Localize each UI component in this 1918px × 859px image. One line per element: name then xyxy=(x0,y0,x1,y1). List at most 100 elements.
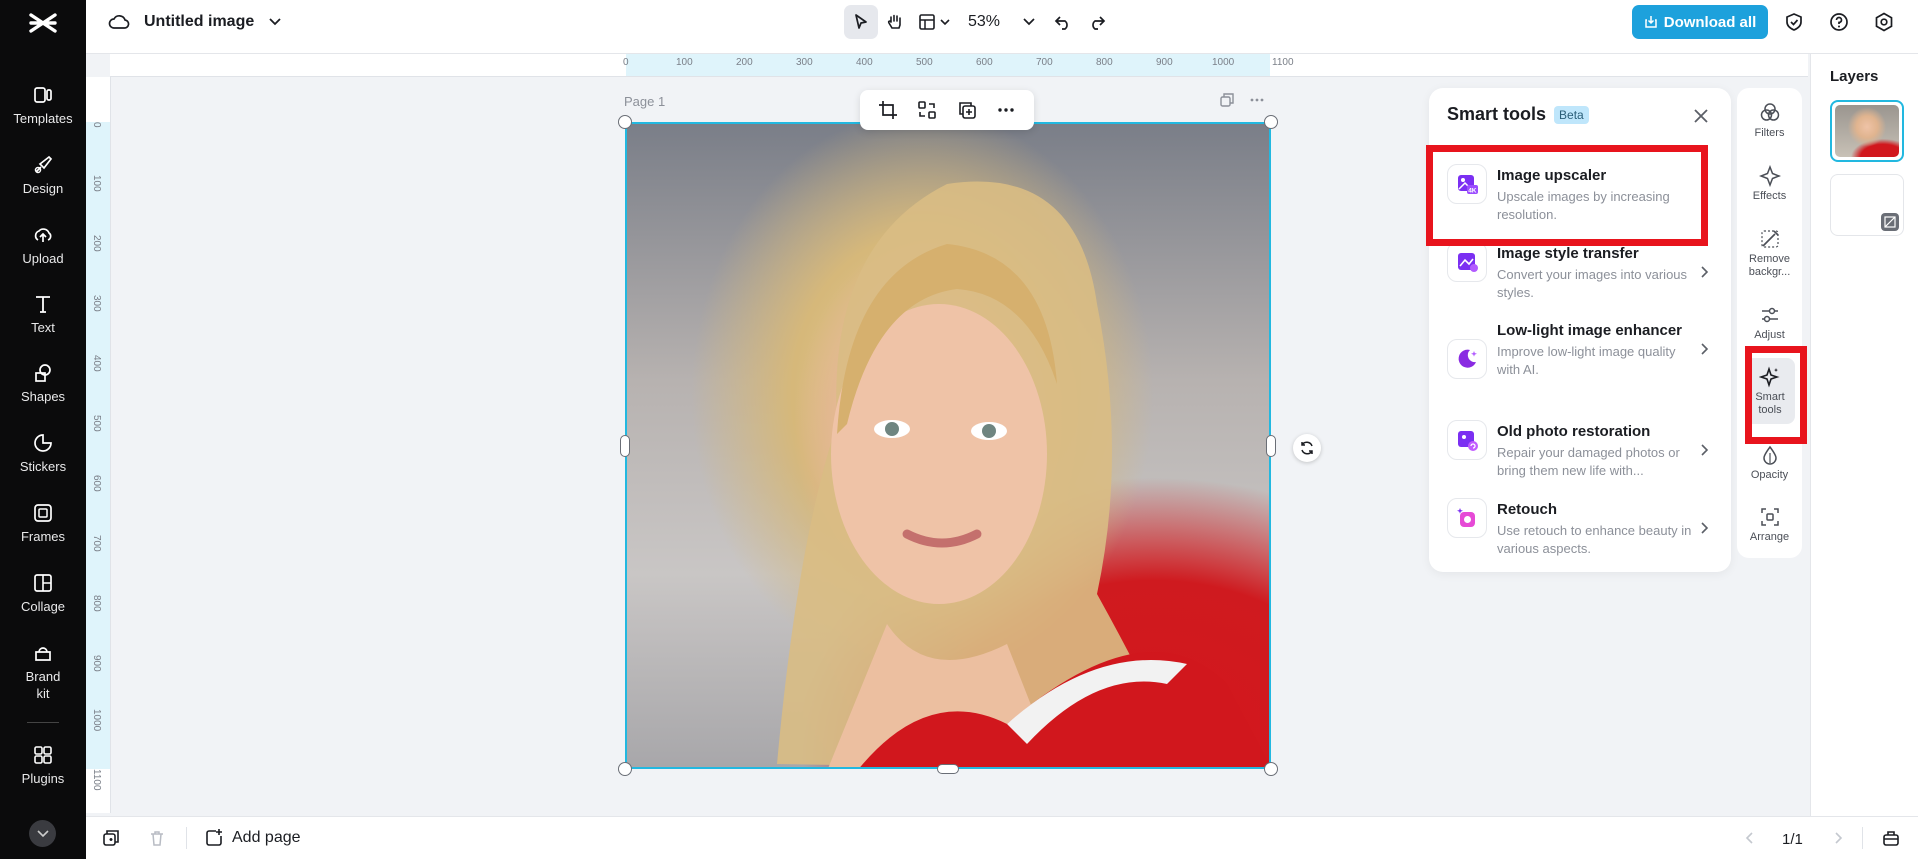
sidebar-item-shapes[interactable]: Shapes xyxy=(0,362,86,405)
photo-thumbnail xyxy=(1835,105,1899,157)
layer-thumbnail-background[interactable] xyxy=(1830,174,1904,236)
chevron-right-icon xyxy=(1701,343,1709,355)
sidebar-item-plugins[interactable]: Plugins xyxy=(0,744,86,787)
undo-button[interactable] xyxy=(1046,5,1080,39)
sidebar-item-frames[interactable]: Frames xyxy=(0,502,86,545)
retouch-icon xyxy=(1447,498,1487,538)
trash-icon[interactable] xyxy=(148,829,166,847)
hand-icon xyxy=(887,14,901,29)
sidebar-item-brand-kit[interactable]: Brand kit xyxy=(0,642,86,702)
document-title[interactable]: Untitled image xyxy=(144,13,254,31)
opacity-drop-icon xyxy=(1737,444,1802,466)
filters-icon xyxy=(1737,102,1802,124)
redo-button[interactable] xyxy=(1080,5,1114,39)
portrait-photo xyxy=(627,124,1269,767)
sidebar-item-text[interactable]: Text xyxy=(0,293,86,336)
sidebar-item-stickers[interactable]: Stickers xyxy=(0,432,86,475)
layer-thumbnail-photo[interactable] xyxy=(1830,100,1904,162)
sidebar-item-upload[interactable]: Upload xyxy=(0,224,86,267)
chevron-down-icon[interactable] xyxy=(268,17,282,27)
duplicate-icon[interactable] xyxy=(957,100,977,120)
prop-arrange[interactable]: Arrange xyxy=(1737,506,1802,544)
sidebar-item-label: Plugins xyxy=(21,771,65,786)
layout-menu-button[interactable] xyxy=(912,5,956,39)
prop-opacity[interactable]: Opacity xyxy=(1737,444,1802,482)
settings-button[interactable] xyxy=(1870,8,1898,36)
duplicate-page-icon[interactable] xyxy=(102,829,120,847)
resize-handle-bottom[interactable] xyxy=(937,764,959,774)
shield-button[interactable] xyxy=(1780,8,1808,36)
tool-name: Old photo restoration xyxy=(1497,423,1651,440)
resize-handle-bottom-right[interactable] xyxy=(1264,762,1278,776)
ruler-tick: 600 xyxy=(91,475,102,492)
more-icon[interactable] xyxy=(996,100,1016,120)
rotate-handle[interactable] xyxy=(1293,434,1321,462)
resize-handle-bottom-left[interactable] xyxy=(618,762,632,776)
sidebar-item-design[interactable]: Design xyxy=(0,154,86,197)
ruler-tick: 200 xyxy=(91,235,102,252)
sidebar-item-label: Design xyxy=(22,181,64,196)
add-page-button[interactable]: Add page xyxy=(204,828,301,848)
remove-background-icon xyxy=(1737,228,1802,250)
ruler-tick: 200 xyxy=(736,57,753,68)
top-toolbar: Untitled image 53% Download all xyxy=(86,0,1918,54)
help-button[interactable] xyxy=(1825,8,1853,36)
crop-icon[interactable] xyxy=(878,100,898,120)
add-page-label: Add page xyxy=(232,829,301,846)
prop-filters[interactable]: Filters xyxy=(1737,102,1802,140)
zoom-menu-button[interactable] xyxy=(1012,5,1046,39)
prop-effects[interactable]: Effects xyxy=(1737,164,1802,203)
sidebar-item-label: Frames xyxy=(20,529,66,544)
image-quick-toolbar xyxy=(860,90,1034,130)
sidebar-item-collage[interactable]: Collage xyxy=(0,572,86,615)
tool-retouch[interactable]: Retouch Use retouch to enhance beauty in… xyxy=(1447,498,1719,558)
resize-handle-top-left[interactable] xyxy=(618,115,632,129)
chevron-left-icon[interactable] xyxy=(1744,831,1756,845)
tool-image-style-transfer[interactable]: Image style transfer Convert your images… xyxy=(1447,242,1719,302)
page-label: Page 1 xyxy=(624,94,666,109)
left-sidebar: Templates Design Upload Text Shapes Stic… xyxy=(0,0,86,859)
ruler-tick: 600 xyxy=(976,57,993,68)
resize-handle-left[interactable] xyxy=(620,435,630,457)
ruler-tick: 400 xyxy=(856,57,873,68)
selected-image[interactable] xyxy=(625,122,1271,769)
highlight-image-upscaler xyxy=(1426,145,1708,246)
sidebar-item-templates[interactable]: Templates xyxy=(0,84,86,127)
tool-old-photo-restoration[interactable]: Old photo restoration Repair your damage… xyxy=(1447,420,1719,480)
more-icon[interactable] xyxy=(1249,92,1265,108)
arrange-icon xyxy=(1737,506,1802,528)
hand-tool-button[interactable] xyxy=(878,5,912,39)
tool-description: Use retouch to enhance beauty in various… xyxy=(1497,523,1692,556)
ruler-tick: 800 xyxy=(91,595,102,612)
ruler-tick: 300 xyxy=(796,57,813,68)
duplicate-page-icon[interactable] xyxy=(1219,92,1235,108)
replace-image-icon[interactable] xyxy=(917,100,937,120)
ruler-tick: 400 xyxy=(91,355,102,372)
prop-adjust[interactable]: Adjust xyxy=(1737,304,1802,342)
tool-low-light-enhancer[interactable]: Low-light image enhancer Improve low-lig… xyxy=(1447,319,1719,379)
resize-handle-right[interactable] xyxy=(1266,435,1276,457)
prop-label: Filters xyxy=(1754,127,1785,139)
download-all-button[interactable]: Download all xyxy=(1632,5,1768,39)
close-icon[interactable] xyxy=(1691,106,1711,126)
prop-remove-background[interactable]: Remove backgr... xyxy=(1737,228,1802,279)
select-tool-button[interactable] xyxy=(844,5,878,39)
ruler-tick: 1000 xyxy=(1212,57,1235,68)
tool-name: Low-light image enhancer xyxy=(1497,322,1683,339)
ruler-tick: 500 xyxy=(916,57,933,68)
capcut-logo-icon[interactable] xyxy=(26,10,60,36)
zoom-level[interactable]: 53% xyxy=(956,13,1012,31)
ruler-tick: 700 xyxy=(91,535,102,552)
design-icon xyxy=(0,154,86,176)
canvas-tools: 53% xyxy=(844,5,1114,39)
chevron-down-icon xyxy=(36,829,49,837)
account-menu-button[interactable] xyxy=(29,820,56,847)
toolbox-icon[interactable] xyxy=(1882,829,1900,847)
resize-handle-top-right[interactable] xyxy=(1264,115,1278,129)
shield-check-icon xyxy=(1786,13,1802,31)
chevron-right-icon xyxy=(1701,266,1709,278)
tool-description: Improve low-light image quality with AI. xyxy=(1497,344,1676,377)
page-actions xyxy=(1219,92,1265,108)
chevron-right-icon[interactable] xyxy=(1832,831,1844,845)
layers-title: Layers xyxy=(1830,68,1879,85)
